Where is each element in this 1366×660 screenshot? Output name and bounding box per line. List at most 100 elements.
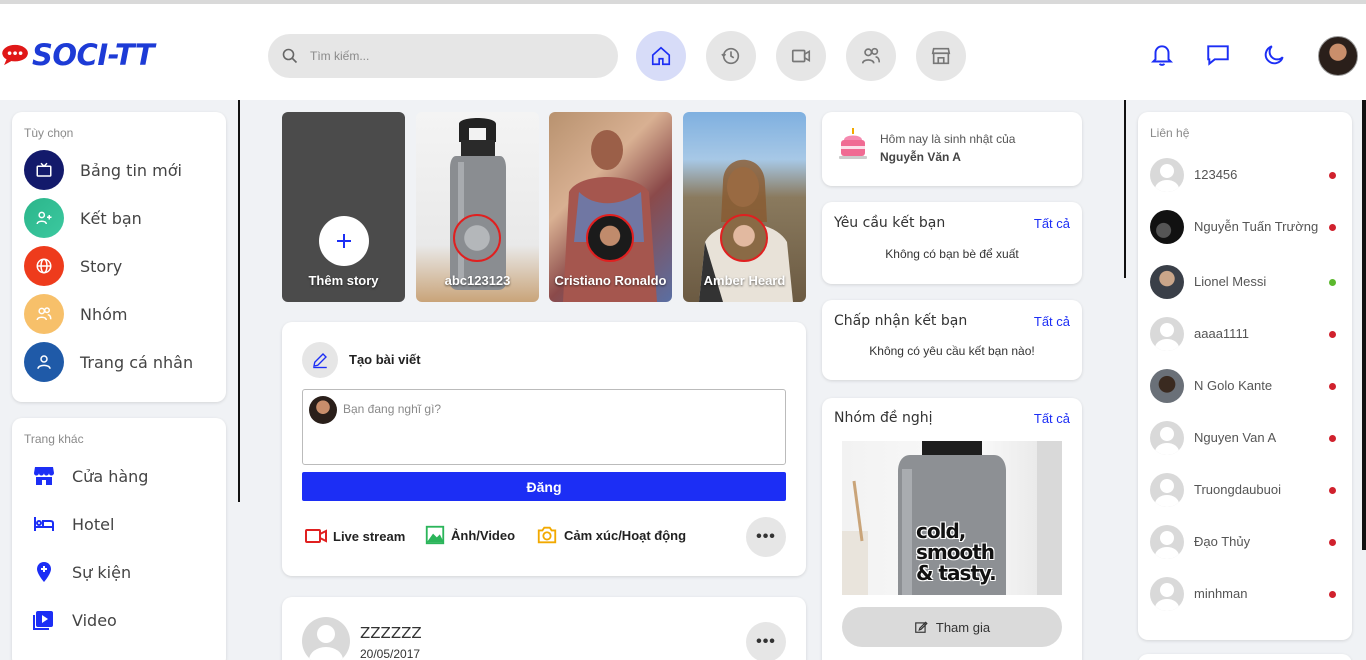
nav-friends-button[interactable] <box>846 31 896 81</box>
notifications-button[interactable] <box>1147 40 1177 70</box>
avatar <box>1150 525 1184 559</box>
friend-requests-see-all-link[interactable]: Tất cả <box>1034 216 1070 231</box>
top-bar: SOCI-TT <box>0 0 1366 100</box>
sidebar-item-shop[interactable]: Cửa hàng <box>32 464 148 488</box>
contact-item[interactable]: Truongdaubuoi <box>1150 473 1342 507</box>
birthday-name[interactable]: Nguyễn Văn A <box>880 150 961 164</box>
status-dot <box>1329 538 1336 546</box>
group-icon <box>24 294 64 334</box>
scrollbar[interactable] <box>1362 100 1366 550</box>
birthday-card: Hôm nay là sinh nhật của Nguyễn Văn A <box>822 112 1082 186</box>
options-label: Tùy chọn <box>24 126 74 140</box>
nav-home-button[interactable] <box>636 31 686 81</box>
shop-icon <box>34 467 54 485</box>
sidebar-item-label: Trang cá nhân <box>80 352 194 372</box>
dark-mode-button[interactable] <box>1259 40 1289 70</box>
contact-item[interactable]: aaaa1111 <box>1150 317 1342 351</box>
post-more-button[interactable]: ••• <box>746 622 786 660</box>
post-textarea[interactable]: Bạn đang nghĩ gì? <box>302 389 786 465</box>
contact-item[interactable]: minhman <box>1150 577 1342 611</box>
globe-icon <box>24 246 64 286</box>
more-options-button[interactable]: ••• <box>746 517 786 557</box>
video-icon <box>791 49 811 63</box>
user-icon <box>24 342 64 382</box>
sidebar-item-add-friend[interactable]: Kết bạn <box>24 198 142 238</box>
join-label: Tham gia <box>935 619 991 635</box>
story-avatar <box>720 214 768 262</box>
search-icon <box>282 48 298 64</box>
contacts-label: Liên hệ <box>1150 126 1190 140</box>
story-card[interactable]: abc123123 <box>416 112 539 302</box>
cake-icon <box>839 128 867 159</box>
plus-icon[interactable] <box>319 216 369 266</box>
suggested-groups-see-all-link[interactable]: Tất cả <box>1034 411 1070 426</box>
avatar[interactable] <box>302 617 350 660</box>
sidebar-item-groups[interactable]: Nhóm <box>24 294 127 334</box>
nav-store-button[interactable] <box>916 31 966 81</box>
search-input[interactable] <box>310 49 570 63</box>
group-image[interactable]: cold, smooth & tasty. <box>842 441 1062 595</box>
logo[interactable]: SOCI-TT <box>0 38 155 72</box>
join-group-button[interactable]: Tham gia <box>842 607 1062 647</box>
sidebar-item-news-feed[interactable]: Bảng tin mới <box>24 150 182 190</box>
status-dot <box>1329 171 1336 179</box>
accept-requests-see-all-link[interactable]: Tất cả <box>1034 314 1070 329</box>
sidebar-item-label: Sự kiện <box>72 562 132 582</box>
user-avatar[interactable] <box>1318 36 1358 76</box>
contact-item[interactable]: Lionel Messi <box>1150 265 1342 299</box>
avatar <box>1150 158 1184 192</box>
story-avatar <box>453 214 501 262</box>
story-card[interactable]: Amber Heard <box>683 112 806 302</box>
logo-text: SOCI-TT <box>32 38 155 72</box>
divider <box>238 100 240 502</box>
sidebar-item-label: Bảng tin mới <box>80 160 182 180</box>
bell-icon <box>1150 45 1174 66</box>
sidebar-item-story[interactable]: Story <box>24 246 122 286</box>
photo-video-button[interactable]: Ảnh/Video <box>424 524 515 546</box>
sidebar-item-profile[interactable]: Trang cá nhân <box>24 342 193 382</box>
bed-icon <box>34 517 54 531</box>
contact-name: Nguyen Van A <box>1194 430 1277 445</box>
contact-item[interactable]: 123456 <box>1150 158 1342 192</box>
home-icon <box>651 46 671 66</box>
contact-item[interactable]: Đạo Thủy <box>1150 525 1342 559</box>
avatar <box>1150 421 1184 455</box>
play-icon <box>33 611 53 630</box>
tv-icon <box>24 150 64 190</box>
nav-video-button[interactable] <box>776 31 826 81</box>
avatar <box>1150 210 1184 244</box>
status-dot <box>1329 330 1336 338</box>
moon-icon <box>1264 45 1284 65</box>
contact-item[interactable]: Nguyễn Tuấn Trường <box>1150 210 1342 244</box>
avatar <box>1150 265 1184 299</box>
avatar <box>1150 317 1184 351</box>
live-stream-button[interactable]: Live stream <box>304 524 405 548</box>
avatar <box>1150 473 1184 507</box>
contact-name: Lionel Messi <box>1194 274 1267 289</box>
message-icon <box>1207 45 1229 66</box>
add-story-card[interactable]: Thêm story <box>282 112 405 302</box>
other-pages-card: Trang khác Cửa hàng Hotel Sự kiện Video <box>12 418 226 660</box>
status-dot <box>1329 223 1336 231</box>
messages-button[interactable] <box>1203 40 1233 70</box>
story-card[interactable]: Cristiano Ronaldo <box>549 112 672 302</box>
search-bar[interactable] <box>268 34 618 78</box>
sidebar-item-hotel[interactable]: Hotel <box>32 512 114 536</box>
story-name: Cristiano Ronaldo <box>554 273 667 288</box>
post-author[interactable]: ZZZZZZ <box>360 624 422 642</box>
sidebar-item-events[interactable]: Sự kiện <box>32 560 131 584</box>
post-placeholder: Bạn đang nghĩ gì? <box>343 402 442 416</box>
sidebar-item-video[interactable]: Video <box>32 608 117 632</box>
bottle-sticker-text: cold, smooth & tasty. <box>916 519 997 585</box>
post-button[interactable]: Đăng <box>302 472 786 501</box>
history-icon <box>721 47 740 65</box>
contact-item[interactable]: Nguyen Van A <box>1150 421 1342 455</box>
status-dot <box>1329 434 1336 442</box>
nav-history-button[interactable] <box>706 31 756 81</box>
post-date: 20/05/2017 <box>360 647 421 660</box>
sidebar-item-label: Story <box>80 256 123 276</box>
contact-item[interactable]: N Golo Kante <box>1150 369 1342 403</box>
feeling-activity-button[interactable]: Cảm xúc/Hoạt động <box>536 524 686 546</box>
suggested-groups-card: Nhóm đề nghị Tất cả cold, smooth & tasty… <box>822 398 1082 660</box>
image-icon <box>425 525 445 545</box>
